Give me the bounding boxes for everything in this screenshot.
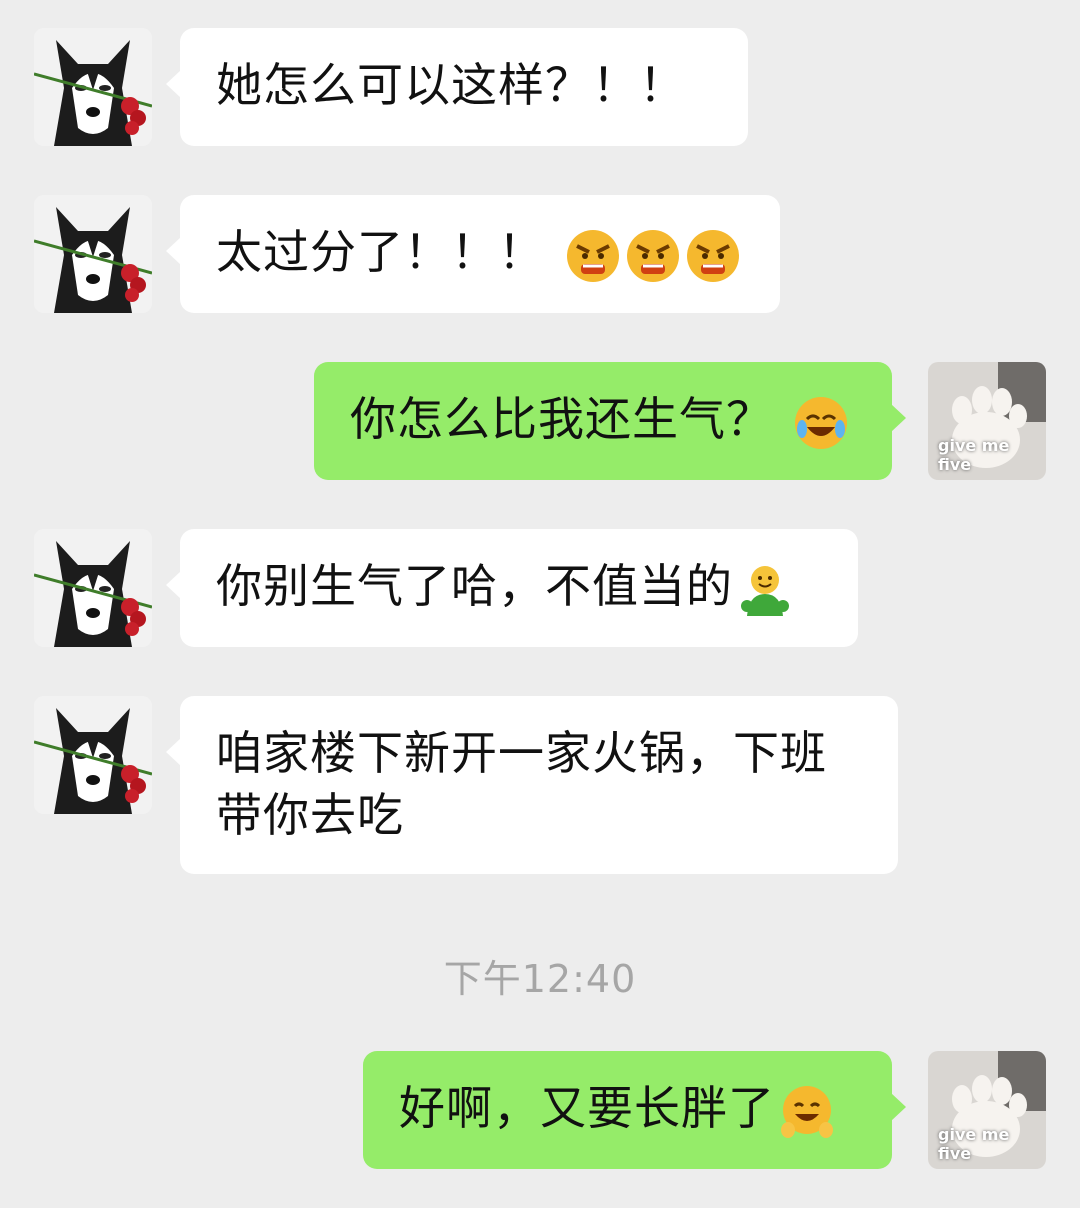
message-text: 你怎么比我还生气？	[350, 392, 773, 446]
contact-avatar[interactable]	[34, 195, 152, 313]
angry-face-icon	[625, 228, 681, 284]
chat-timestamp: 下午12:40	[443, 957, 637, 1001]
outgoing-message-bubble[interactable]: 好啊，又要长胖了	[363, 1051, 906, 1169]
avatar-caption: give me five	[938, 436, 1010, 474]
contact-avatar[interactable]	[34, 529, 152, 647]
message-text: 太过分了！！！	[216, 225, 545, 279]
husky-rose-avatar-icon	[34, 696, 152, 814]
my-avatar[interactable]: give me five	[928, 1051, 1046, 1169]
contact-avatar[interactable]	[34, 696, 152, 814]
outgoing-message-bubble[interactable]: 你怎么比我还生气？	[314, 362, 906, 480]
husky-rose-avatar-icon	[34, 195, 152, 313]
husky-rose-avatar-icon	[34, 28, 152, 146]
contact-avatar[interactable]	[34, 28, 152, 146]
my-avatar[interactable]: give me five	[928, 362, 1046, 480]
message-text: 你别生气了哈，不值当的	[216, 559, 733, 613]
message-text: 好啊，又要长胖了	[399, 1081, 775, 1135]
incoming-message-bubble[interactable]: 咱家楼下新开一家火锅，下班 带你去吃	[166, 696, 898, 874]
avatar-caption: give me five	[938, 1125, 1010, 1163]
green-smiley-figure-icon	[737, 562, 793, 618]
angry-face-icon	[685, 228, 741, 284]
message-text: 她怎么可以这样？！！	[216, 58, 686, 112]
angry-face-icon	[565, 228, 621, 284]
smiling-hands-face-icon	[779, 1084, 835, 1140]
message-text-line: 咱家楼下新开一家火锅，下班	[216, 726, 827, 780]
incoming-message-bubble[interactable]: 太过分了！！！	[166, 195, 780, 313]
message-text-line: 带你去吃	[216, 788, 404, 842]
laughing-crying-face-icon	[793, 395, 849, 451]
husky-rose-avatar-icon	[34, 529, 152, 647]
incoming-message-bubble[interactable]: 她怎么可以这样？！！	[166, 28, 748, 146]
incoming-message-bubble[interactable]: 你别生气了哈，不值当的	[166, 529, 858, 647]
